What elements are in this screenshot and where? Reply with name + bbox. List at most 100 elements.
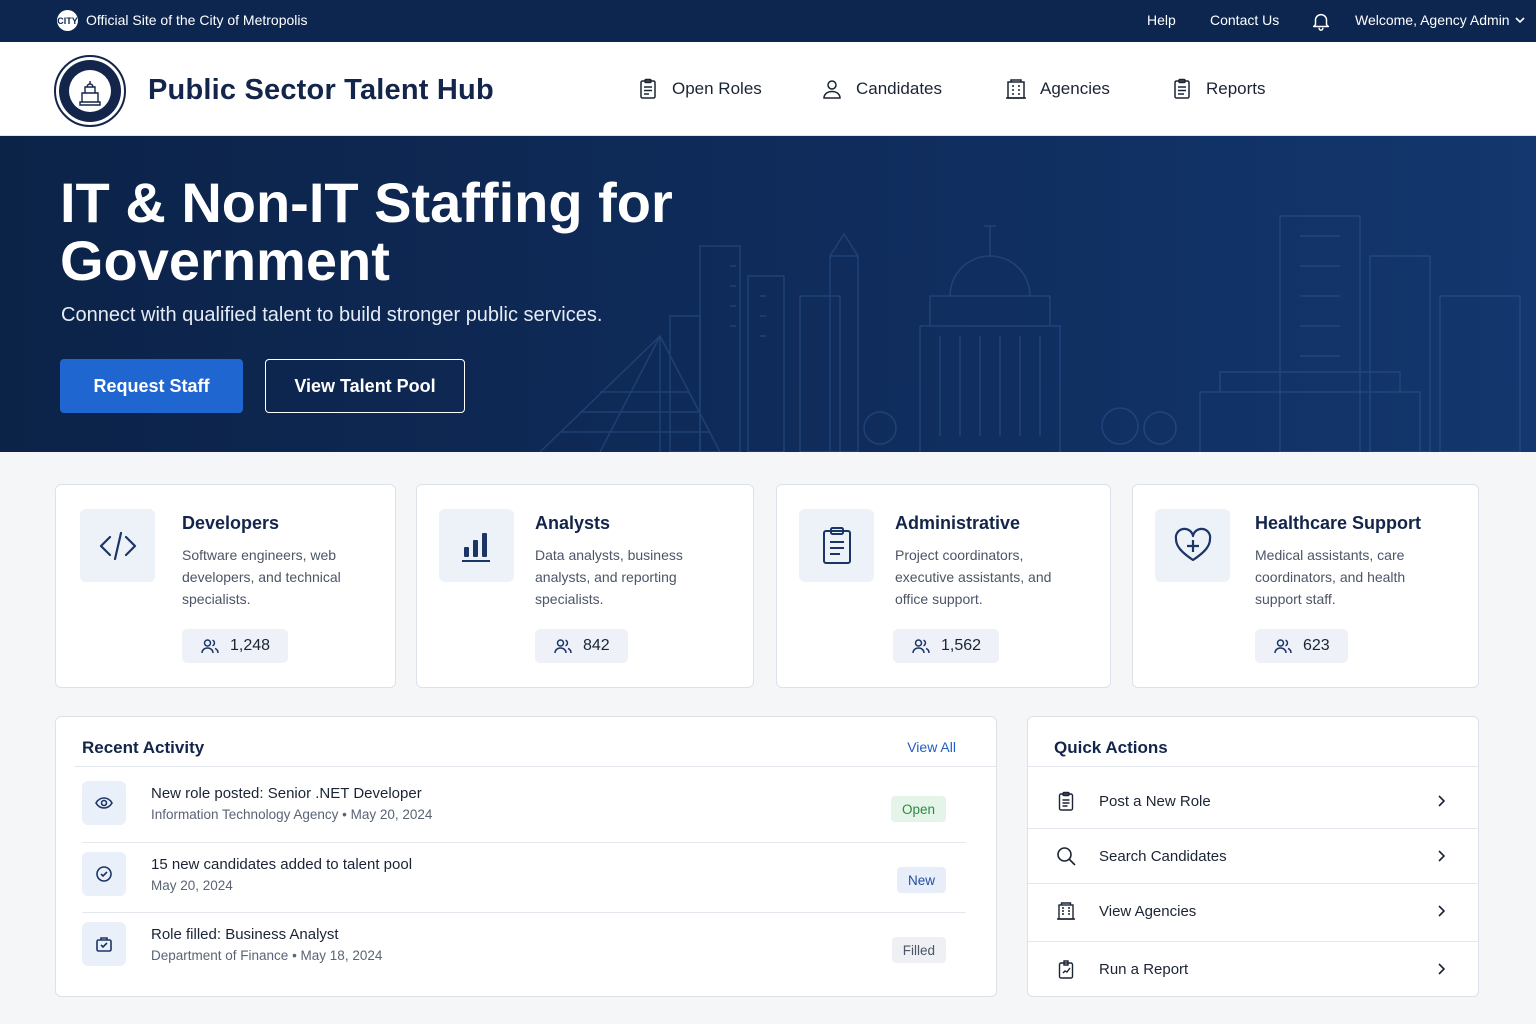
category-count: 842 [535,629,628,663]
bar-chart-icon [461,532,490,562]
category-card-healthcare[interactable]: Healthcare Support Medical assistants, c… [1132,484,1479,688]
quick-action-label: Run a Report [1099,960,1189,978]
user-check-icon [96,866,112,882]
chevron-down-icon [1515,17,1525,24]
hero-banner: IT & Non-IT Staffing for Government Conn… [0,136,1536,452]
category-card-analysts[interactable]: Analysts Data analysts, business analyst… [416,484,754,688]
users-icon [912,639,930,654]
request-staff-button[interactable]: Request Staff [60,359,243,413]
nav-agencies[interactable]: Agencies [1004,77,1110,101]
divider [82,912,966,913]
category-count: 623 [1255,629,1348,663]
category-title: Administrative [895,513,1021,533]
bell-icon[interactable] [1310,10,1332,32]
user-icon [823,80,841,99]
nav-open-roles-label: Open Roles [672,79,762,98]
category-title: Healthcare Support [1255,513,1422,533]
briefcase-check-icon [96,937,112,952]
category-count-value: 1,248 [230,637,271,654]
welcome-label: Welcome, Agency Admin [1355,12,1510,28]
activity-title: 15 new candidates added to talent pool [151,856,413,873]
chevron-right-icon [1438,905,1446,917]
quick-action-view-agencies[interactable]: View Agencies [1028,883,1480,939]
official-site-label: Official Site of the City of Metropolis [86,12,308,28]
status-badge: Filled [891,937,946,963]
heart-plus-icon [1174,527,1211,561]
divider [82,842,966,843]
quick-actions-panel: Quick Actions Post a New Role Search Can… [1027,716,1479,997]
activity-meta: Information Technology Agency • May 20, … [151,807,433,822]
contact-link[interactable]: Contact Us [1210,12,1279,28]
category-count-value: 1,562 [941,637,982,654]
status-badge: Open [890,796,946,822]
nav-open-roles[interactable]: Open Roles [636,77,762,101]
category-count-value: 623 [1303,637,1330,654]
divider [1028,766,1478,767]
clipboard-icon [822,526,851,564]
category-card-developers[interactable]: Developers Software engineers, web devel… [55,484,396,688]
recent-activity-title: Recent Activity [82,738,205,757]
category-description: Project coordinators, executive assistan… [895,547,1052,607]
divider [74,766,996,767]
recent-activity-panel: Recent Activity View All New role posted… [55,716,997,997]
main-header: Public Sector Talent Hub Open Roles Cand… [0,42,1536,136]
activity-icon-box [82,781,126,825]
category-count: 1,562 [893,629,1000,663]
activity-item[interactable]: Role filled: Business Analyst Department… [82,916,966,976]
city-seal-logo[interactable] [54,55,126,127]
view-talent-pool-button[interactable]: View Talent Pool [265,359,465,413]
quick-actions-title: Quick Actions [1054,738,1168,757]
category-icon-box [80,509,155,582]
report-icon [1174,78,1190,99]
activity-icon-box [82,922,126,966]
activity-meta: May 20, 2024 [151,878,233,893]
report-icon [1058,960,1074,979]
hero-subtitle: Connect with qualified talent to build s… [61,304,603,326]
activity-icon-box [82,852,126,896]
help-link[interactable]: Help [1147,12,1176,28]
users-icon [1274,639,1292,654]
category-count: 1,248 [182,629,289,663]
category-description: Medical assistants, care coordinators, a… [1255,547,1406,607]
clipboard-icon [640,78,656,99]
activity-meta: Department of Finance • May 18, 2024 [151,948,383,963]
category-card-administrative[interactable]: Administrative Project coordinators, exe… [776,484,1111,688]
activity-title: Role filled: Business Analyst [151,926,339,943]
nav-reports[interactable]: Reports [1170,77,1266,101]
quick-action-post-role[interactable]: Post a New Role [1028,773,1480,829]
users-icon [554,639,572,654]
eye-icon [95,797,113,809]
chevron-right-icon [1438,795,1446,807]
status-badge: New [896,867,946,893]
nav-agencies-label: Agencies [1040,79,1110,98]
nav-candidates-label: Candidates [856,79,943,98]
quick-action-label: View Agencies [1099,902,1197,920]
account-menu[interactable]: Welcome, Agency Admin [1355,12,1526,28]
search-icon [1057,847,1076,866]
category-description: Data analysts, business analysts, and re… [535,547,683,607]
brand-title[interactable]: Public Sector Talent Hub [148,74,494,107]
chevron-right-icon [1438,963,1446,975]
quick-action-search-candidates[interactable]: Search Candidates [1028,828,1480,884]
nav-reports-label: Reports [1206,79,1266,98]
category-icon-box [799,509,874,582]
category-icon-box [1155,509,1230,582]
quick-action-run-report[interactable]: Run a Report [1028,941,1480,997]
quick-action-label: Search Candidates [1099,847,1227,865]
quick-action-label: Post a New Role [1099,792,1211,810]
activity-title: New role posted: Senior .NET Developer [151,785,422,802]
clipboard-icon [1058,791,1074,811]
users-icon [201,639,219,654]
category-title: Developers [182,513,280,533]
category-icon-box [439,509,514,582]
category-count-value: 842 [583,637,610,654]
category-title: Analysts [535,513,611,533]
activity-item[interactable]: 15 new candidates added to talent pool M… [82,846,966,906]
nav-candidates[interactable]: Candidates [820,77,942,101]
activity-item[interactable]: New role posted: Senior .NET Developer I… [82,775,966,835]
utility-bar: CITY Official Site of the City of Metrop… [0,0,1536,42]
code-icon [99,531,136,560]
category-description: Software engineers, web developers, and … [182,547,341,607]
view-all-link[interactable]: View All [907,739,956,755]
chevron-right-icon [1438,850,1446,862]
